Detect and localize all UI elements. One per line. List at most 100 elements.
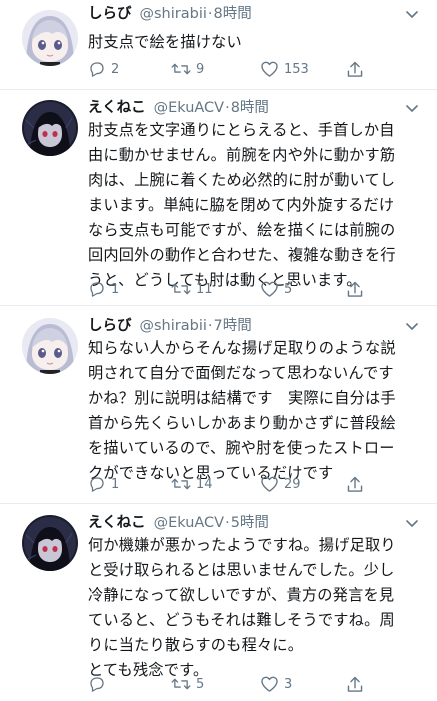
share-button[interactable]: [346, 58, 364, 80]
tweet-text-line: 回内回外の動作と合わせた、複雑な動きを行: [88, 246, 396, 264]
like-button[interactable]: 5: [260, 278, 292, 300]
tweet-actions: 5 3: [88, 673, 408, 695]
reply-count: 1: [111, 281, 120, 297]
reply-count: 2: [111, 61, 120, 77]
tweet-text-line: 肉は、上腕に着くため必然的に肘が動いてし: [88, 171, 396, 189]
heart-icon: [261, 61, 278, 77]
share-icon: [347, 281, 363, 297]
tweet-text-line: まいます。単純に脇を閉めて内外旋するだけ: [88, 196, 395, 214]
like-count: 3: [284, 676, 293, 692]
retweet-count: 11: [196, 281, 213, 297]
chevron-down-icon[interactable]: [405, 322, 419, 332]
user-handle[interactable]: @shirabii: [140, 4, 207, 24]
reply-button[interactable]: 2: [88, 58, 119, 80]
share-icon: [347, 476, 363, 492]
retweet-icon: [171, 478, 191, 490]
like-button[interactable]: 153: [260, 58, 309, 80]
tweet-text: 肘支点で絵を描けない: [88, 30, 428, 55]
tweet-4: えくねこ @EkuACV · 5時間 何か機嫌が悪かったようですね。揚げ足取り …: [0, 513, 437, 697]
tweet-text-line: 何か機嫌が悪かったようですね。揚げ足取り: [88, 536, 396, 554]
retweet-icon: [171, 283, 191, 295]
separator-dot: ·: [225, 100, 230, 116]
avatar-image-ekuneko: [22, 515, 78, 571]
retweet-button[interactable]: 11: [171, 278, 213, 300]
timestamp[interactable]: 7時間: [214, 316, 252, 336]
avatar[interactable]: [22, 10, 78, 66]
tweet-text-line: かね？別に説明は結構です 実際に自分は手: [88, 389, 396, 407]
display-name[interactable]: えくねこ: [88, 513, 146, 533]
tweet-actions: 1 11 5: [88, 278, 408, 300]
reply-button[interactable]: 1: [88, 473, 119, 495]
display-name[interactable]: しらび: [88, 316, 132, 336]
tweet-text: 知らない人からそんな揚げ足取りのような説 明されて自分で面倒だなって思わないんで…: [88, 336, 428, 486]
timestamp[interactable]: 8時間: [214, 4, 252, 24]
like-count: 5: [284, 281, 293, 297]
tweet-actions: 1 14 29: [88, 473, 408, 495]
tweet-text: 肘支点を文字通りにとらえると、手首しか自 由に動かせません。前腕を内や外に動かす…: [88, 118, 428, 293]
tweet-text-line: りに当たり散らすのも程々に。: [88, 636, 304, 654]
tweet-text-line: ていると、どうもそれは難しそうですね。周: [88, 611, 395, 629]
like-button[interactable]: 29: [260, 473, 301, 495]
divider: [0, 503, 437, 504]
like-count: 29: [284, 476, 301, 492]
avatar-image-shirabi: [22, 318, 78, 374]
avatar-image-shirabi: [22, 10, 78, 66]
like-count: 153: [284, 61, 309, 77]
reply-icon: [90, 677, 104, 692]
retweet-count: 14: [196, 476, 213, 492]
retweet-button[interactable]: 5: [171, 673, 204, 695]
reply-icon: [90, 62, 104, 77]
tweet-header: えくねこ @EkuACV · 5時間: [88, 513, 269, 533]
chevron-down-icon[interactable]: [405, 519, 419, 529]
tweet-text-line: 明されて自分で面倒だなって思わないんです: [88, 364, 394, 382]
display-name[interactable]: しらび: [88, 4, 132, 24]
timestamp[interactable]: 8時間: [231, 98, 269, 118]
reply-count: 1: [111, 476, 120, 492]
tweet-text: 何か機嫌が悪かったようですね。揚げ足取り と受け取られるとは思いませんでした。少…: [88, 533, 428, 683]
tweet-header: しらび @shirabii · 7時間: [88, 316, 252, 336]
separator-dot: ·: [207, 6, 213, 22]
avatar-image-ekuneko: [22, 100, 78, 156]
retweet-icon: [171, 678, 191, 690]
tweet-text-line: 肘支点を文字通りにとらえると、手首しか自: [88, 121, 395, 139]
tweet-text-line: 知らない人からそんな揚げ足取りのような説: [88, 339, 396, 357]
retweet-count: 9: [196, 61, 205, 77]
tweet-header: えくねこ @EkuACV · 8時間: [88, 98, 269, 118]
tweet-2: えくねこ @EkuACV · 8時間 肘支点を文字通りにとらえると、手首しか自 …: [0, 98, 437, 303]
tweet-text-line: を描いているので、腕や肘を使ったストロー: [88, 439, 395, 457]
share-button[interactable]: [346, 278, 364, 300]
chevron-down-icon[interactable]: [405, 10, 419, 20]
tweet-text-line: 由に動かせません。前腕を内や外に動かす筋: [88, 146, 396, 164]
avatar[interactable]: [22, 100, 78, 156]
tweet-text-line: 冷静になって欲しいですが、貴方の発言を見: [88, 586, 395, 604]
chevron-down-icon[interactable]: [405, 104, 419, 114]
user-handle[interactable]: @shirabii: [140, 316, 207, 336]
retweet-button[interactable]: 14: [171, 473, 213, 495]
tweet-text-line: なら支点も可能ですが、絵を描くには前腕の: [88, 221, 396, 239]
tweet-text-line: 肘支点で絵を描けない: [88, 33, 242, 51]
tweet-header: しらび @shirabii · 8時間: [88, 4, 252, 24]
retweet-button[interactable]: 9: [171, 58, 204, 80]
timestamp[interactable]: 5時間: [231, 513, 269, 533]
user-handle[interactable]: @EkuACV: [154, 513, 225, 533]
display-name[interactable]: えくねこ: [88, 98, 146, 118]
share-button[interactable]: [346, 473, 364, 495]
heart-icon: [261, 476, 278, 492]
retweet-icon: [171, 63, 191, 75]
reply-button[interactable]: [88, 673, 111, 695]
avatar[interactable]: [22, 515, 78, 571]
user-handle[interactable]: @EkuACV: [154, 98, 225, 118]
tweet-3: しらび @shirabii · 7時間 知らない人からそんな揚げ足取りのような説…: [0, 316, 437, 496]
retweet-count: 5: [196, 676, 205, 692]
like-button[interactable]: 3: [260, 673, 292, 695]
heart-icon: [261, 281, 278, 297]
share-button[interactable]: [346, 673, 364, 695]
tweet-1: しらび @shirabii · 8時間 肘支点で絵を描けない 2 9 153: [0, 4, 437, 84]
avatar[interactable]: [22, 318, 78, 374]
tweet-text-line: 首から先くらいしかあまり動かさずに普段絵: [88, 414, 396, 432]
reply-icon: [90, 477, 104, 492]
share-icon: [347, 676, 363, 692]
reply-button[interactable]: 1: [88, 278, 119, 300]
share-icon: [347, 61, 363, 77]
reply-icon: [90, 282, 104, 297]
